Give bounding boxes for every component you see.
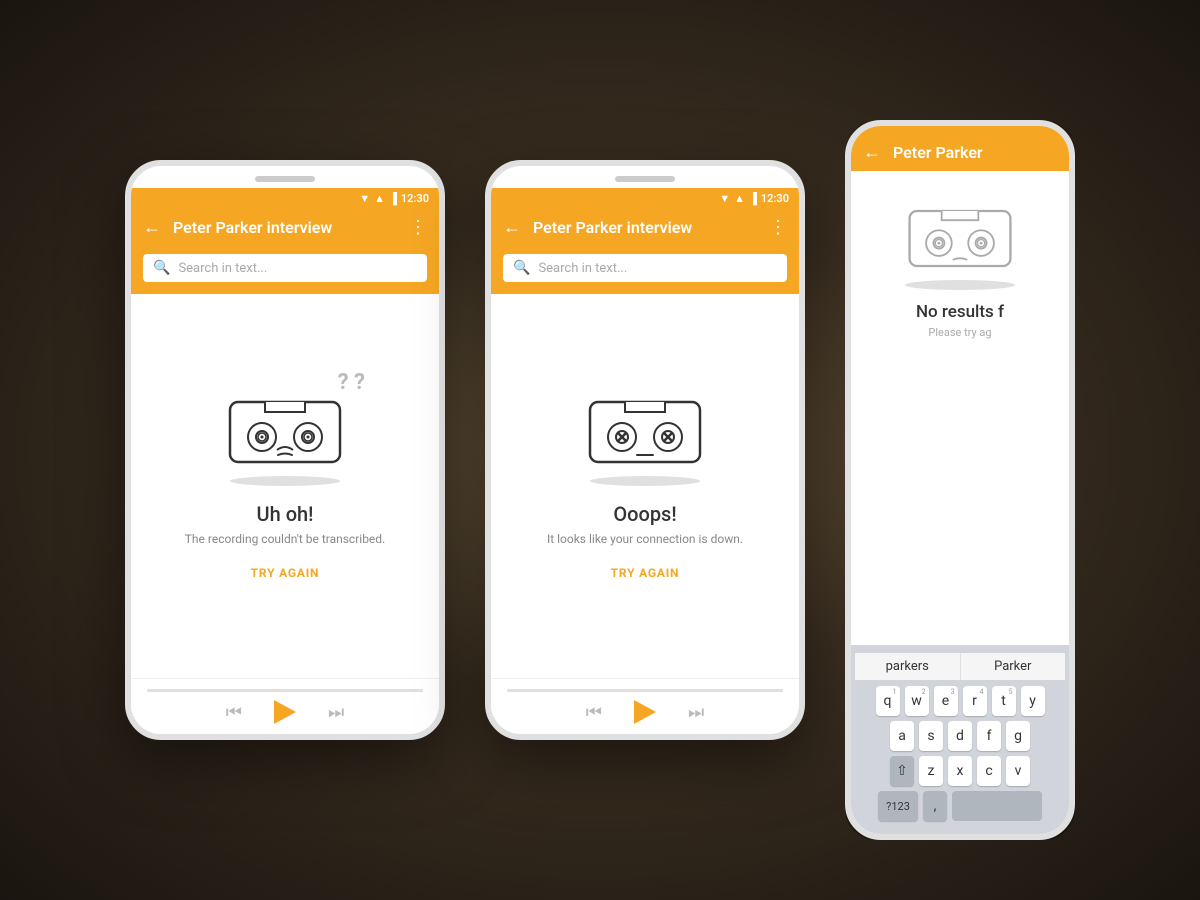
search-icon-1: 🔍 [153,260,170,276]
back-button-1[interactable]: ← [143,217,161,238]
signal-icon-2: ▲ [734,192,745,205]
cassette-shadow-2 [590,476,700,486]
question-marks: ? ? [338,372,365,394]
error-subtitle-2: It looks like your connection is down. [547,532,743,546]
key-e[interactable]: e3 [934,686,958,716]
app-bar-3: ← Peter Parker [851,126,1069,171]
keyboard-row-4: ?123 , [855,791,1065,821]
key-a[interactable]: a [890,721,914,751]
search-input-wrap-1[interactable]: 🔍 Search in text... [143,254,427,282]
key-comma[interactable]: , [923,791,947,821]
key-x[interactable]: x [948,756,972,786]
skip-forward-button-1[interactable]: ⏭ [328,702,344,723]
cassette-wrap-1: ? ? [225,392,345,486]
play-button-2[interactable] [634,700,656,724]
key-q[interactable]: q1 [876,686,900,716]
keyboard-row-3: ⇧ z x c v [855,756,1065,786]
search-bar-2: 🔍 Search in text... [491,246,799,294]
no-results-subtitle: Please try ag [928,326,991,339]
status-bar-2: ▼ ▲ ▐ 12:30 [491,188,799,209]
player-controls-2: ⏮ ⏭ [507,700,783,724]
key-space[interactable] [952,791,1042,821]
cassette-wrap-2 [585,392,705,486]
cassette-shadow-3 [905,280,1015,290]
cassette-shadow-1 [230,476,340,486]
suggestion-parkers[interactable]: parkers [855,653,961,680]
no-results-title: No results f [916,302,1004,322]
content-1: ? ? [131,294,439,678]
player-progress-2 [507,689,783,692]
skip-forward-button-2[interactable]: ⏭ [688,702,704,723]
battery-icon-2: ▐ [749,192,757,205]
phone-2: ▼ ▲ ▐ 12:30 ← Peter Parker interview ⋮ 🔍… [485,160,805,740]
key-w[interactable]: w2 [905,686,929,716]
app-title-2: Peter Parker interview [533,218,757,237]
cassette-wrap-3 [905,201,1015,290]
player-progress-1 [147,689,423,692]
try-again-button-1[interactable]: TRY AGAIN [251,566,320,580]
key-f[interactable]: f [977,721,1001,751]
app-bar-2: ← Peter Parker interview ⋮ [491,209,799,246]
search-placeholder-2: Search in text... [538,261,627,276]
key-c[interactable]: c [977,756,1001,786]
key-g[interactable]: g [1006,721,1030,751]
app-title-1: Peter Parker interview [173,218,397,237]
wifi-icon: ▼ [359,192,370,205]
player-bar-1: ⏮ ⏭ [131,678,439,734]
keyboard-suggestions: parkers Parker [855,653,1065,680]
cassette-illustration-2 [585,392,705,472]
menu-button-1[interactable]: ⋮ [409,217,427,238]
content-2: Ooops! It looks like your connection is … [491,294,799,678]
key-v[interactable]: v [1006,756,1030,786]
cassette-illustration-1 [225,392,345,472]
search-input-wrap-2[interactable]: 🔍 Search in text... [503,254,787,282]
search-icon-2: 🔍 [513,260,530,276]
key-r[interactable]: r4 [963,686,987,716]
content-3: No results f Please try ag [851,171,1069,645]
key-t[interactable]: t5 [992,686,1016,716]
key-shift[interactable]: ⇧ [890,756,914,786]
phone-speaker-2 [615,176,675,182]
try-again-button-2[interactable]: TRY AGAIN [611,566,680,580]
key-y[interactable]: y [1021,686,1045,716]
battery-icon: ▐ [389,192,397,205]
keyboard-row-1: q1 w2 e3 r4 t5 y [855,686,1065,716]
skip-back-button-1[interactable]: ⏮ [226,702,242,723]
error-title-2: Ooops! [613,502,676,526]
error-title-1: Uh oh! [257,502,314,526]
phone-1: ▼ ▲ ▐ 12:30 ← Peter Parker interview ⋮ 🔍… [125,160,445,740]
back-button-2[interactable]: ← [503,217,521,238]
cassette-illustration-3 [905,201,1015,276]
key-symbols[interactable]: ?123 [878,791,918,821]
time-display-2: 12:30 [761,192,789,205]
menu-button-2[interactable]: ⋮ [769,217,787,238]
keyboard: parkers Parker q1 w2 e3 r4 t5 y a s d f … [851,645,1069,834]
status-bar-1: ▼ ▲ ▐ 12:30 [131,188,439,209]
search-bar-1: 🔍 Search in text... [131,246,439,294]
back-button-3[interactable]: ← [863,142,881,163]
player-controls-1: ⏮ ⏭ [147,700,423,724]
wifi-icon-2: ▼ [719,192,730,205]
suggestion-parker[interactable]: Parker [961,653,1066,680]
key-s[interactable]: s [919,721,943,751]
phone-speaker [255,176,315,182]
search-placeholder-1: Search in text... [178,261,267,276]
phone-3: ← Peter Parker No results f Please try a… [845,120,1075,840]
keyboard-row-2: a s d f g [855,721,1065,751]
key-d[interactable]: d [948,721,972,751]
skip-back-button-2[interactable]: ⏮ [586,702,602,723]
key-z[interactable]: z [919,756,943,786]
app-bar-1: ← Peter Parker interview ⋮ [131,209,439,246]
player-bar-2: ⏮ ⏭ [491,678,799,734]
app-title-3: Peter Parker [893,143,1057,162]
signal-icon: ▲ [374,192,385,205]
play-button-1[interactable] [274,700,296,724]
time-display: 12:30 [401,192,429,205]
error-subtitle-1: The recording couldn't be transcribed. [185,532,385,546]
